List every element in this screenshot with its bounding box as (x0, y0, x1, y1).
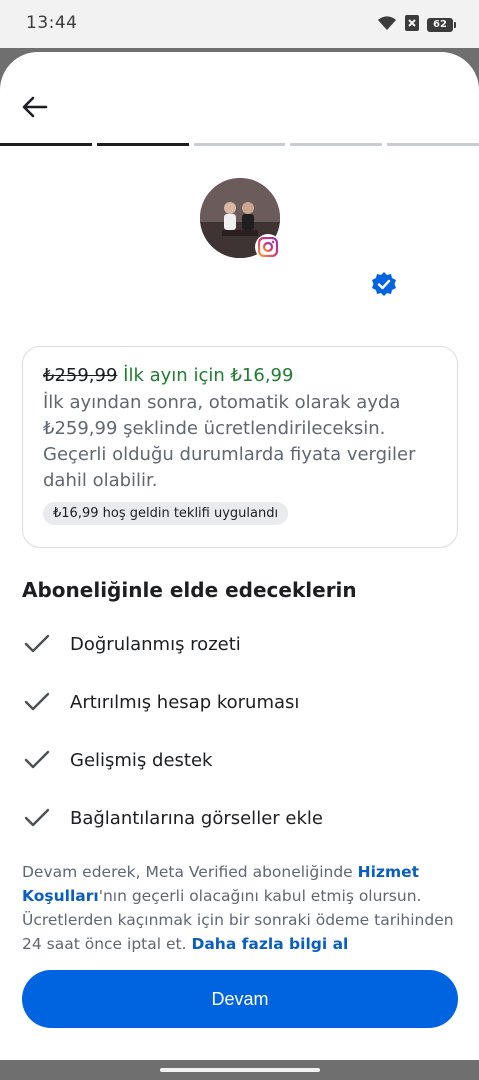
battery-icon: 62 (427, 18, 456, 32)
wifi-icon (377, 15, 397, 35)
list-item: Artırılmış hesap koruması (22, 673, 458, 731)
status-bar: 13:44 62 (0, 0, 479, 48)
checkmark-icon (22, 803, 52, 833)
checkmark-icon (22, 687, 52, 717)
profile-avatar-group (200, 178, 281, 260)
status-icons: 62 (377, 15, 456, 35)
benefit-label: Artırılmış hesap koruması (70, 691, 300, 713)
no-sim-icon (405, 15, 419, 35)
old-price: ₺259,99 (43, 365, 118, 386)
step-progress (0, 143, 479, 147)
offer-card: ₺259,99 İlk ayın için ₺16,99 İlk ayından… (22, 346, 458, 548)
arrow-left-icon (22, 96, 48, 122)
benefits-title: Aboneliğinle elde edeceklerin (22, 578, 357, 602)
learn-more-link[interactable]: Daha fazla bilgi al (191, 935, 348, 953)
promo-price: İlk ayın için ₺16,99 (123, 365, 294, 386)
offer-description: İlk ayından sonra, otomatik olarak ayda … (43, 392, 416, 491)
progress-segment (387, 143, 479, 146)
home-gesture-handle[interactable] (160, 1068, 320, 1072)
price-line: ₺259,99 İlk ayın için ₺16,99 (43, 363, 437, 389)
terms-text: Devam ederek, Meta Verified aboneliğinde… (22, 860, 458, 956)
back-button[interactable] (18, 92, 52, 126)
list-item: Gelişmiş destek (22, 731, 458, 789)
status-time: 13:44 (26, 13, 78, 33)
continue-button[interactable]: Devam (22, 970, 458, 1028)
progress-segment (96, 143, 189, 146)
progress-segment (0, 143, 92, 146)
benefits-list: Doğrulanmış rozeti Artırılmış hesap koru… (22, 615, 458, 847)
benefit-label: Doğrulanmış rozeti (70, 633, 241, 655)
benefit-label: Gelişmiş destek (70, 749, 213, 771)
verified-badge-icon (370, 271, 398, 299)
instagram-icon (255, 234, 281, 260)
welcome-offer-chip: ₺16,99 hoş geldin teklifi uygulandı (43, 502, 289, 525)
progress-segment (193, 143, 286, 146)
terms-text-part: Devam ederek, Meta Verified aboneliğinde (22, 863, 358, 881)
list-item: Doğrulanmış rozeti (22, 615, 458, 673)
checkmark-icon (22, 629, 52, 659)
progress-segment (290, 143, 383, 146)
list-item: Bağlantılarına görseller ekle (22, 789, 458, 847)
benefit-label: Bağlantılarına görseller ekle (70, 807, 323, 829)
checkmark-icon (22, 745, 52, 775)
subscription-sheet: ₺259,99 İlk ayın için ₺16,99 İlk ayından… (0, 52, 479, 1060)
